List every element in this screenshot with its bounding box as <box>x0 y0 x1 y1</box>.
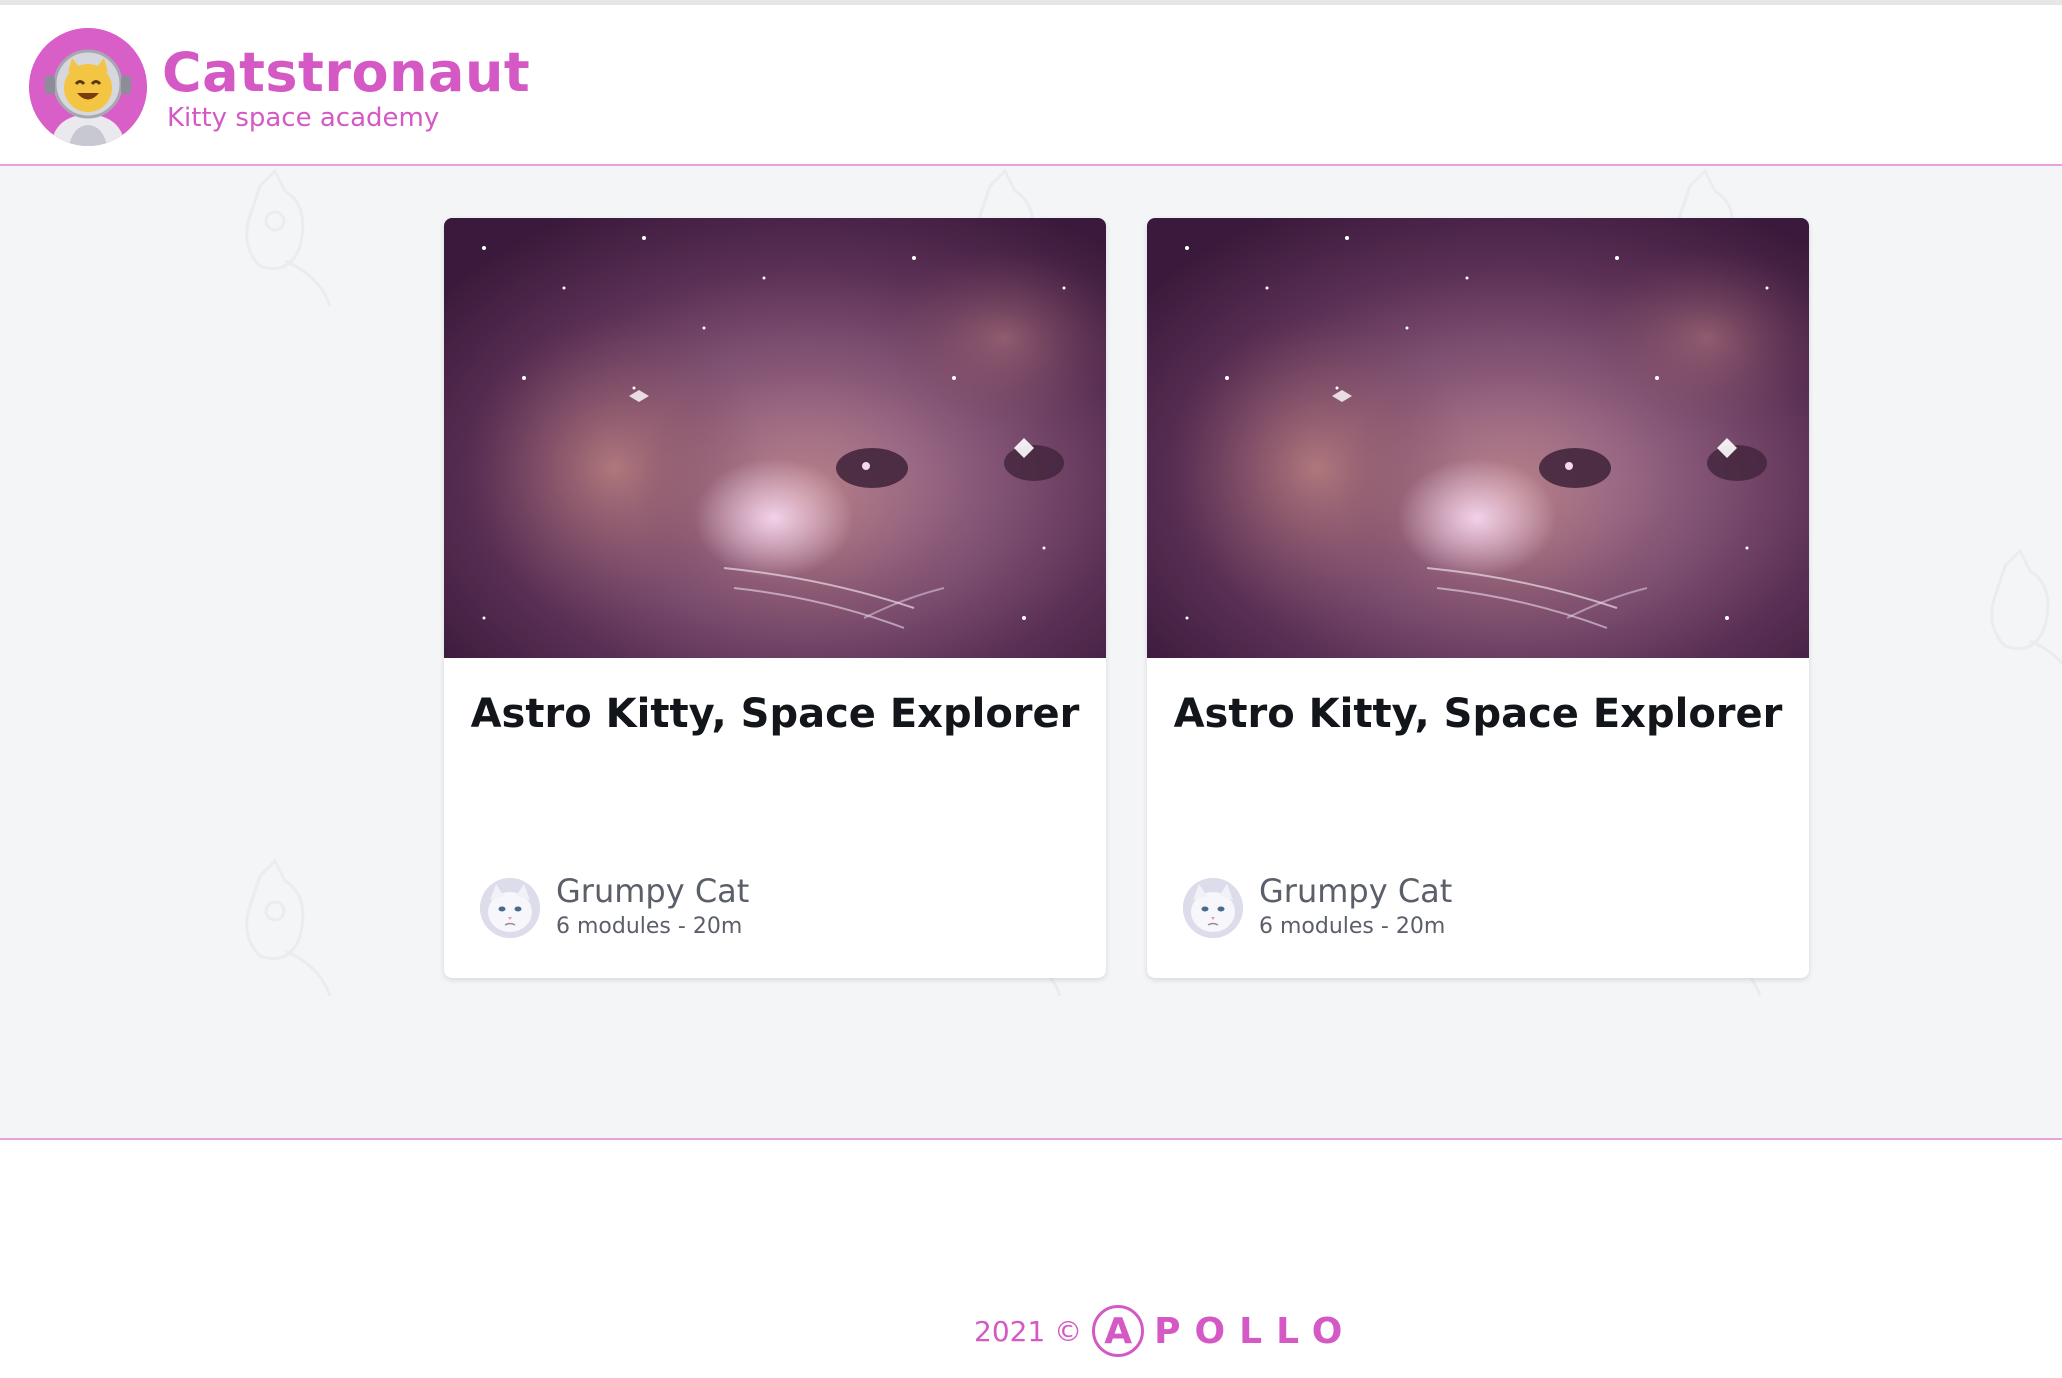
rocket-cat-doodle-icon <box>1990 548 2062 666</box>
tracks-grid: Astro Kitty, Space Explorer Grumpy Cat 6… <box>0 166 2062 1140</box>
track-title: Astro Kitty, Space Explorer <box>470 691 1080 737</box>
track-title: Astro Kitty, Space Explorer <box>1173 691 1783 737</box>
author-avatar <box>480 878 540 938</box>
site-title[interactable]: Catstronaut <box>162 41 530 106</box>
space-cat-nebula-image <box>444 218 1106 658</box>
track-card[interactable]: Astro Kitty, Space Explorer Grumpy Cat 6… <box>1147 218 1809 978</box>
author-name: Grumpy Cat <box>556 872 750 910</box>
apollo-logo-icon[interactable]: A POLLO <box>1092 1305 1356 1357</box>
copyright-text: 2021 © <box>974 1314 1083 1348</box>
apollo-wordmark: POLLO <box>1154 1310 1357 1352</box>
footer-credit: 2021 © A POLLO <box>974 1305 1356 1357</box>
astronaut-cat-logo-icon[interactable] <box>29 28 147 146</box>
track-length: 6 modules - 20m <box>556 914 743 939</box>
track-card[interactable]: Astro Kitty, Space Explorer Grumpy Cat 6… <box>444 218 1106 978</box>
rocket-cat-doodle-icon <box>245 858 332 997</box>
track-length: 6 modules - 20m <box>1259 914 1446 939</box>
author-avatar <box>1183 878 1243 938</box>
space-cat-nebula-image <box>1147 218 1809 658</box>
author-name: Grumpy Cat <box>1259 872 1453 910</box>
site-footer: 2021 © A POLLO <box>0 1140 2062 1378</box>
site-subtitle: Kitty space academy <box>167 103 440 133</box>
site-header: Catstronaut Kitty space academy <box>0 5 2062 166</box>
apollo-initial: A <box>1092 1305 1145 1357</box>
rocket-cat-doodle-icon <box>245 168 332 307</box>
